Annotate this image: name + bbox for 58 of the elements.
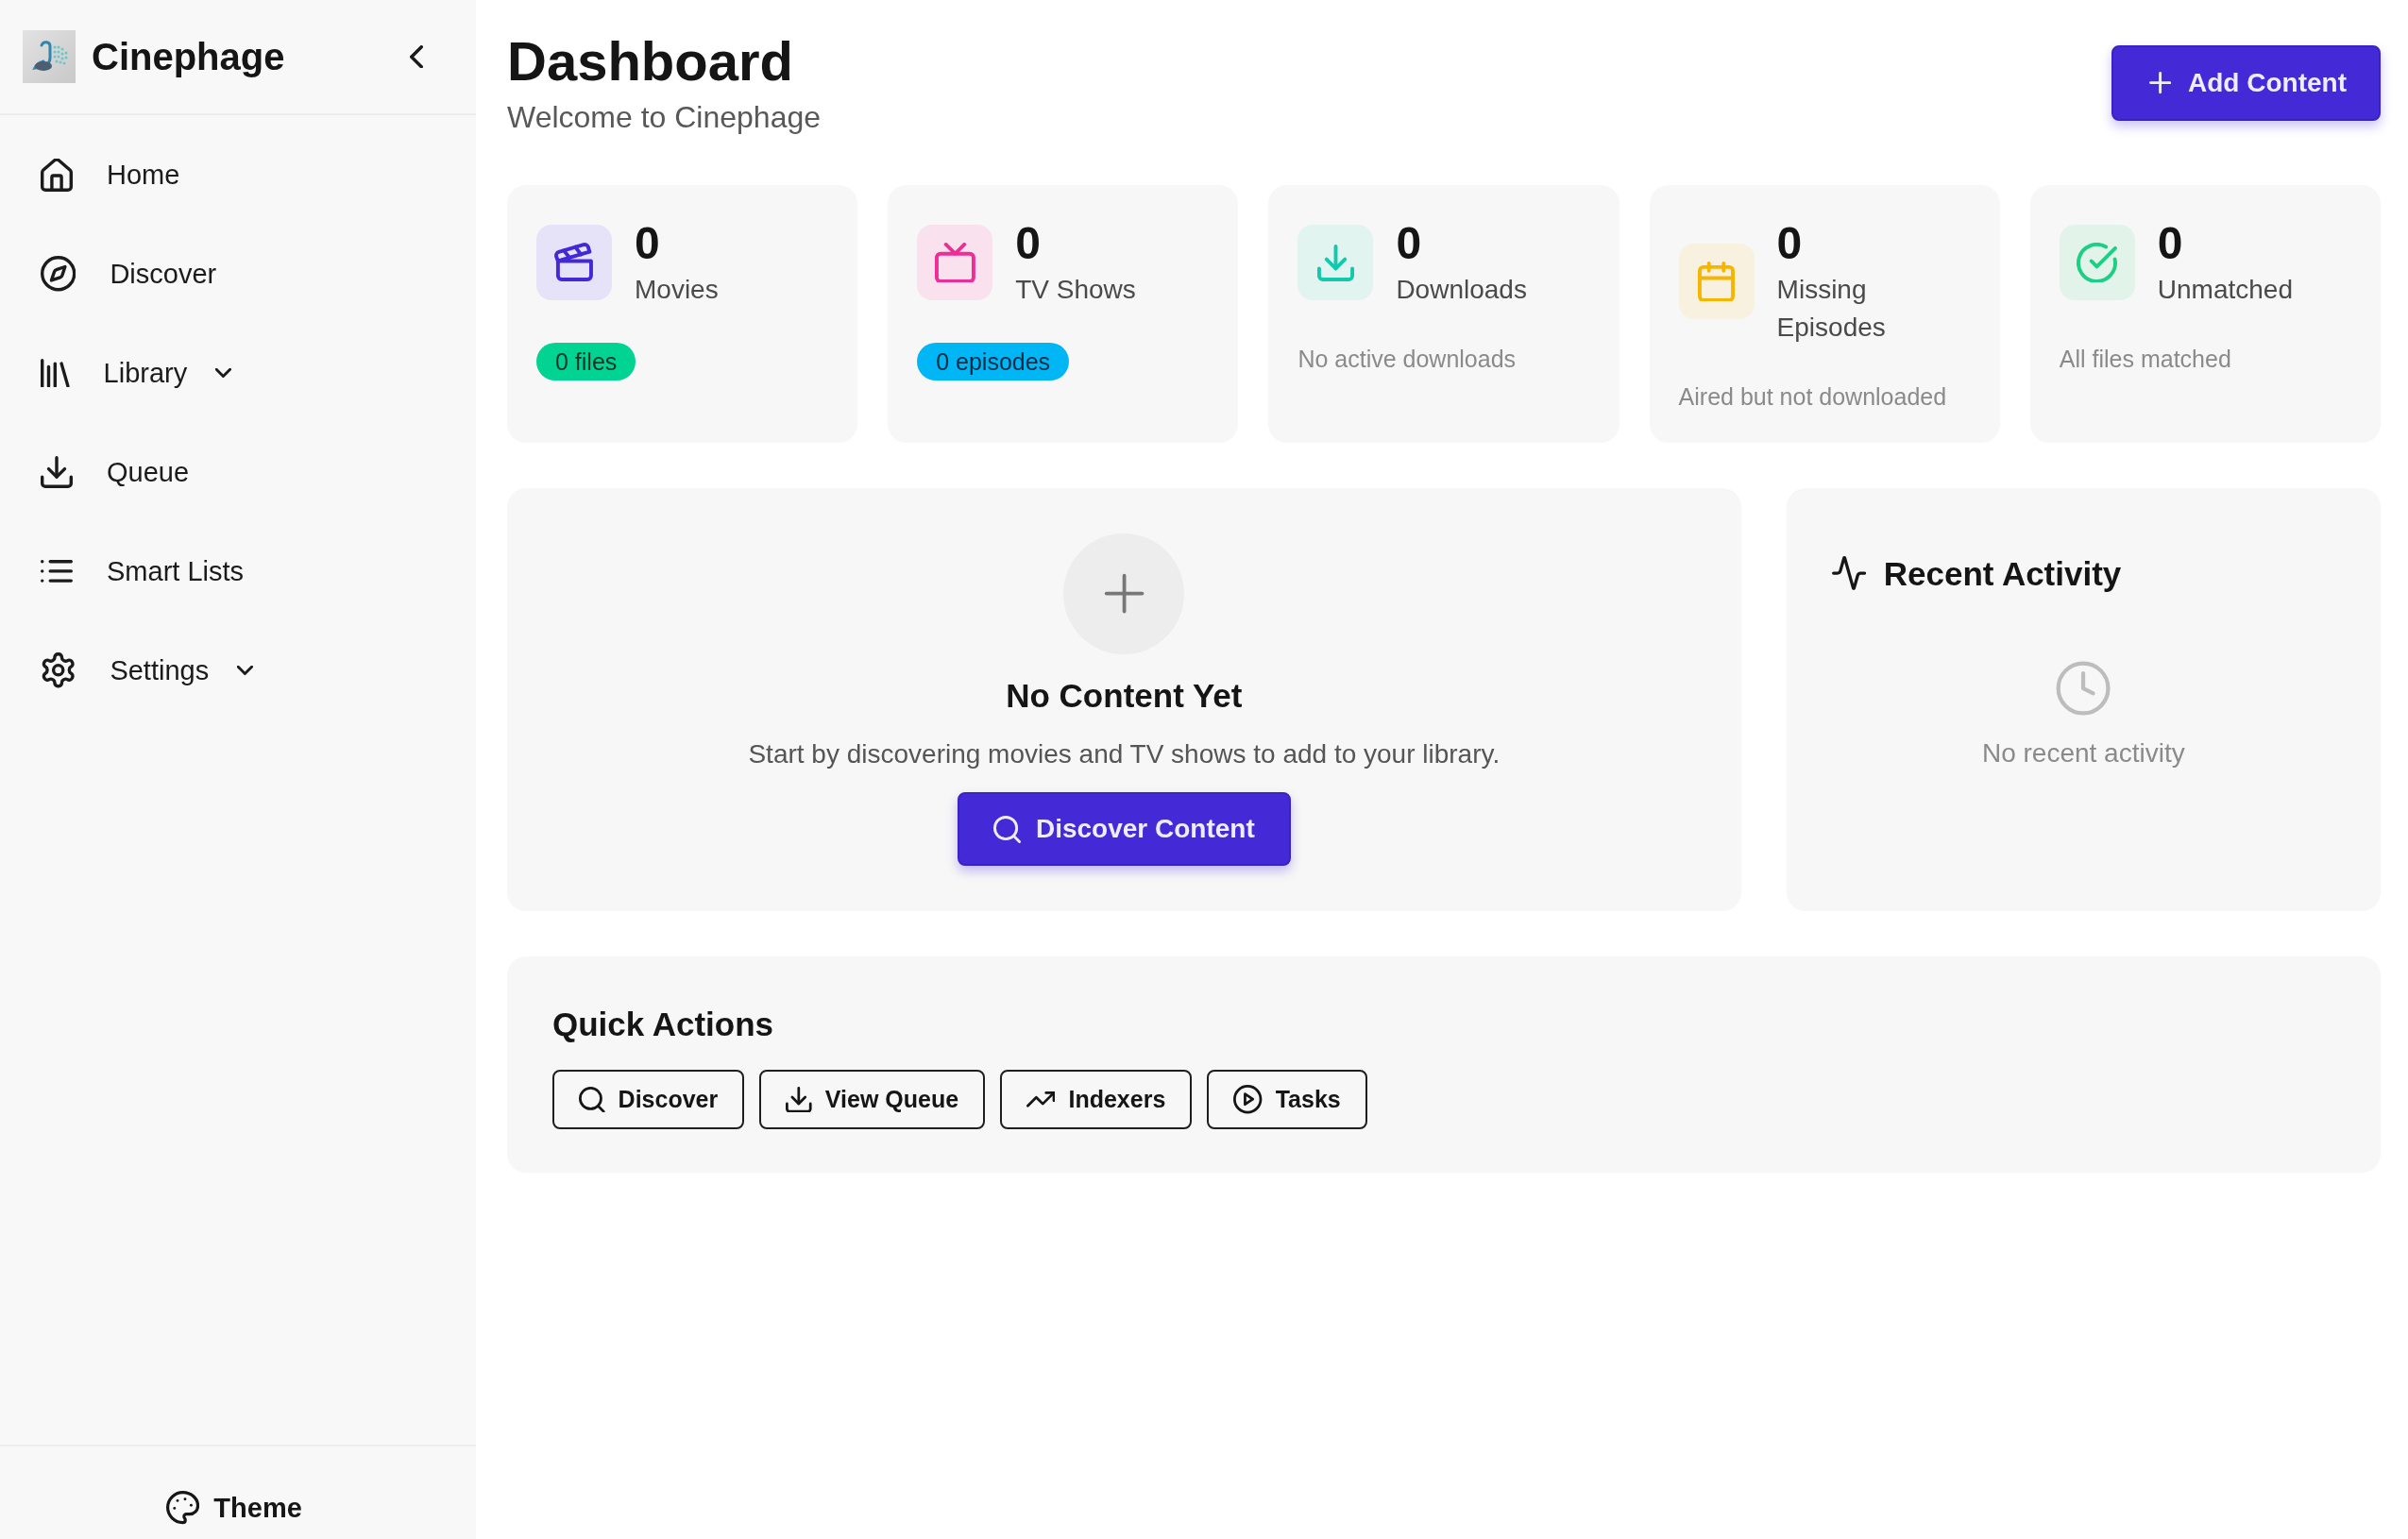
stat-value: 0 (1776, 217, 1803, 270)
quick-action-button[interactable]: Indexers (1000, 1070, 1193, 1129)
trending-up-icon (1026, 1091, 1056, 1108)
list-icon (41, 560, 73, 583)
page-subtitle: Welcome to Cinephage (507, 99, 822, 136)
clock-icon (2056, 661, 2111, 717)
theme-button[interactable]: Theme (166, 1489, 302, 1527)
play-circle-icon (1233, 1085, 1263, 1114)
download-icon (1297, 225, 1374, 300)
count-badge: 0 episodes (917, 343, 1070, 381)
count-badge: 0 files (536, 343, 636, 381)
stat-label: Downloads (1396, 274, 1527, 306)
logo-icon (23, 30, 76, 83)
compass-icon (41, 256, 76, 292)
chevron-left-icon (410, 44, 423, 69)
plus-icon (2148, 72, 2172, 94)
stat-caption: No active downloads (1297, 345, 1517, 374)
quick-action-button[interactable]: Discover (552, 1070, 745, 1129)
stat-caption: Aired but not downloaded (1678, 382, 1947, 412)
search-icon (992, 815, 1021, 843)
stat-caption: All files matched (2059, 345, 2231, 374)
stat-value: 0 (635, 217, 660, 270)
stat-label: Missing Episodes (1776, 274, 1887, 344)
pulse-icon (1831, 556, 1866, 591)
empty-state-title: No Content Yet (1006, 676, 1243, 716)
books-icon (41, 358, 70, 388)
nav-item[interactable]: Queue (23, 444, 208, 500)
palette-icon (166, 1491, 200, 1525)
home-icon (41, 158, 73, 192)
nav-item[interactable]: Smart Lists (23, 543, 263, 600)
empty-state-message: Start by discovering movies and TV shows to add to your library. (748, 738, 1501, 770)
stat-label: Movies (635, 274, 719, 306)
app-name: Cinephage (92, 35, 285, 79)
section-title: Quick Actions (552, 1005, 774, 1044)
nav-item[interactable]: Settings (23, 642, 271, 699)
empty-message: No recent activity (1981, 737, 2185, 770)
collapse-button[interactable] (410, 44, 423, 69)
page-title: Dashboard (507, 29, 794, 93)
stat-label: TV Shows (1015, 274, 1136, 306)
download-icon (41, 456, 73, 488)
stat-value: 0 (1015, 217, 1041, 270)
nav-item[interactable]: Discover (23, 245, 235, 302)
quick-action-button[interactable]: View Queue (759, 1070, 986, 1129)
stat-value: 0 (1396, 217, 1422, 270)
add-content-button[interactable]: Add Content (2111, 45, 2381, 121)
stat-label: Unmatched (2157, 274, 2293, 306)
stat-value: 0 (2157, 217, 2183, 270)
gear-icon (41, 652, 76, 688)
calendar-icon (1678, 244, 1755, 319)
clapperboard-icon (536, 225, 612, 300)
nav-item[interactable]: Home (23, 146, 198, 203)
discover-content-button[interactable]: Discover Content (957, 792, 1291, 866)
quick-action-button[interactable]: Tasks (1207, 1070, 1367, 1129)
nav-item[interactable]: Library (23, 345, 250, 401)
download-icon (786, 1086, 812, 1113)
section-title: Recent Activity (1883, 554, 2122, 594)
tv-icon (917, 225, 993, 300)
search-icon (579, 1086, 605, 1113)
